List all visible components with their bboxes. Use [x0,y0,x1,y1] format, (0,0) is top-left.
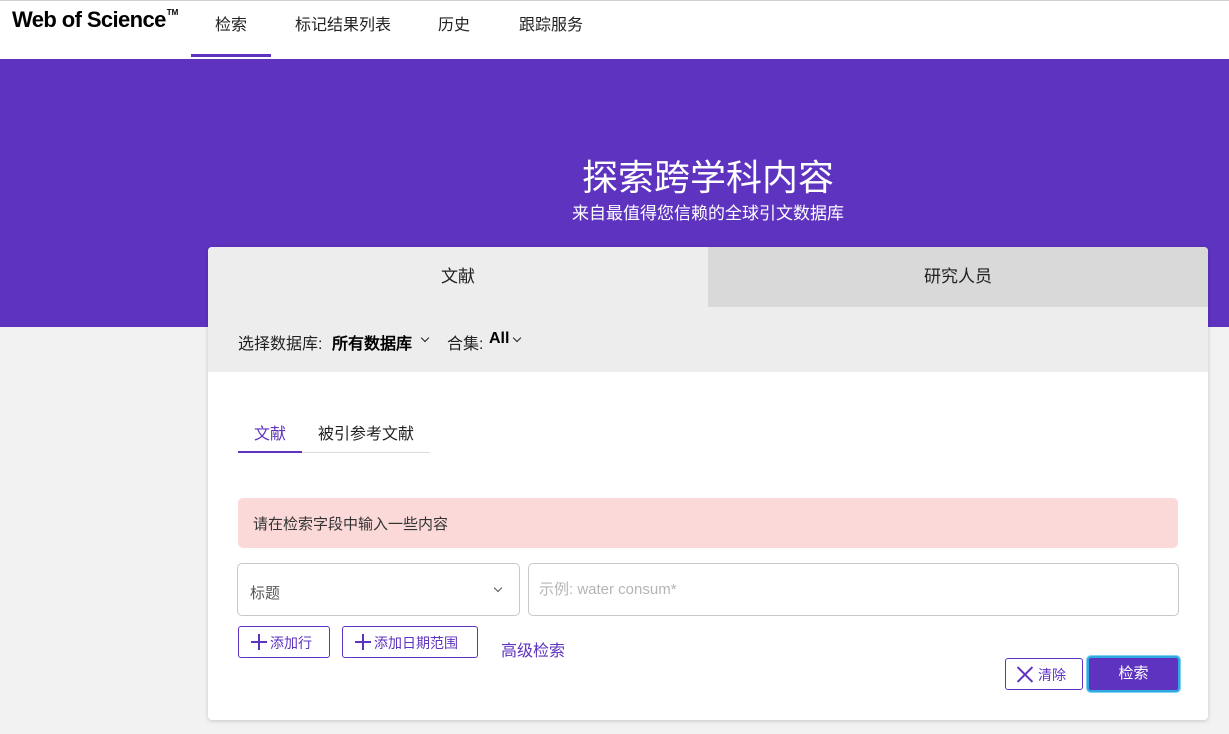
nav-tab-history[interactable]: 历史 [432,11,476,57]
database-select[interactable]: 所有数据库 [332,330,412,354]
database-chevron-down-icon[interactable] [420,333,430,343]
trademark: TM [166,8,179,17]
nav-tab-search[interactable]: 检索 [191,11,271,57]
database-bar: 选择数据库: 所有数据库 合集: All [208,307,1208,372]
top-navigation: Web of ScienceTM 检索 标记结果列表 历史 跟踪服务 [0,0,1229,59]
database-value: 所有数据库 [332,336,413,353]
database-label: 选择数据库: [238,336,323,353]
logo-text: Web of Science [12,7,166,32]
close-icon [1017,666,1034,683]
plus-icon [251,634,267,650]
collection-select[interactable]: All [489,330,509,348]
chevron-down-icon [493,583,503,593]
subtab-documents[interactable]: 文献 [254,420,286,444]
subtab-active-indicator [238,451,302,453]
nav-tab-marked-list[interactable]: 标记结果列表 [290,11,396,57]
add-date-range-button[interactable]: 添加日期范围 [342,626,478,658]
advanced-search-link[interactable]: 高级检索 [501,637,565,661]
tab-researchers[interactable]: 研究人员 [708,247,1208,307]
add-row-label: 添加行 [270,635,312,651]
tab-documents[interactable]: 文献 [208,247,708,307]
hero-title: 探索跨学科内容 [581,157,834,198]
clear-button[interactable]: 清除 [1005,658,1083,690]
search-input[interactable] [528,563,1179,616]
validation-alert: 请在检索字段中输入一些内容 [238,498,1178,548]
search-card: 文献 研究人员 选择数据库: 所有数据库 合集: All 文献 被引参考文献 请… [208,247,1208,720]
collection-value: All [489,330,510,347]
field-type-select[interactable]: 标题 [237,563,520,616]
nav-tab-alerts[interactable]: 跟踪服务 [514,11,588,57]
subtab-cited-references[interactable]: 被引参考文献 [318,420,414,444]
collection-label: 合集: [447,336,484,353]
collection-chevron-down-icon[interactable] [512,333,522,343]
field-type-value: 标题 [250,585,281,602]
plus-icon [355,634,371,650]
add-date-range-label: 添加日期范围 [374,635,458,651]
add-row-button[interactable]: 添加行 [238,626,330,658]
web-of-science-logo[interactable]: Web of ScienceTM [12,7,178,33]
hero-subtitle: 来自最值得您信赖的全球引文数据库 [572,204,844,223]
clear-label: 清除 [1038,667,1066,683]
search-button[interactable]: 检索 [1087,656,1180,692]
